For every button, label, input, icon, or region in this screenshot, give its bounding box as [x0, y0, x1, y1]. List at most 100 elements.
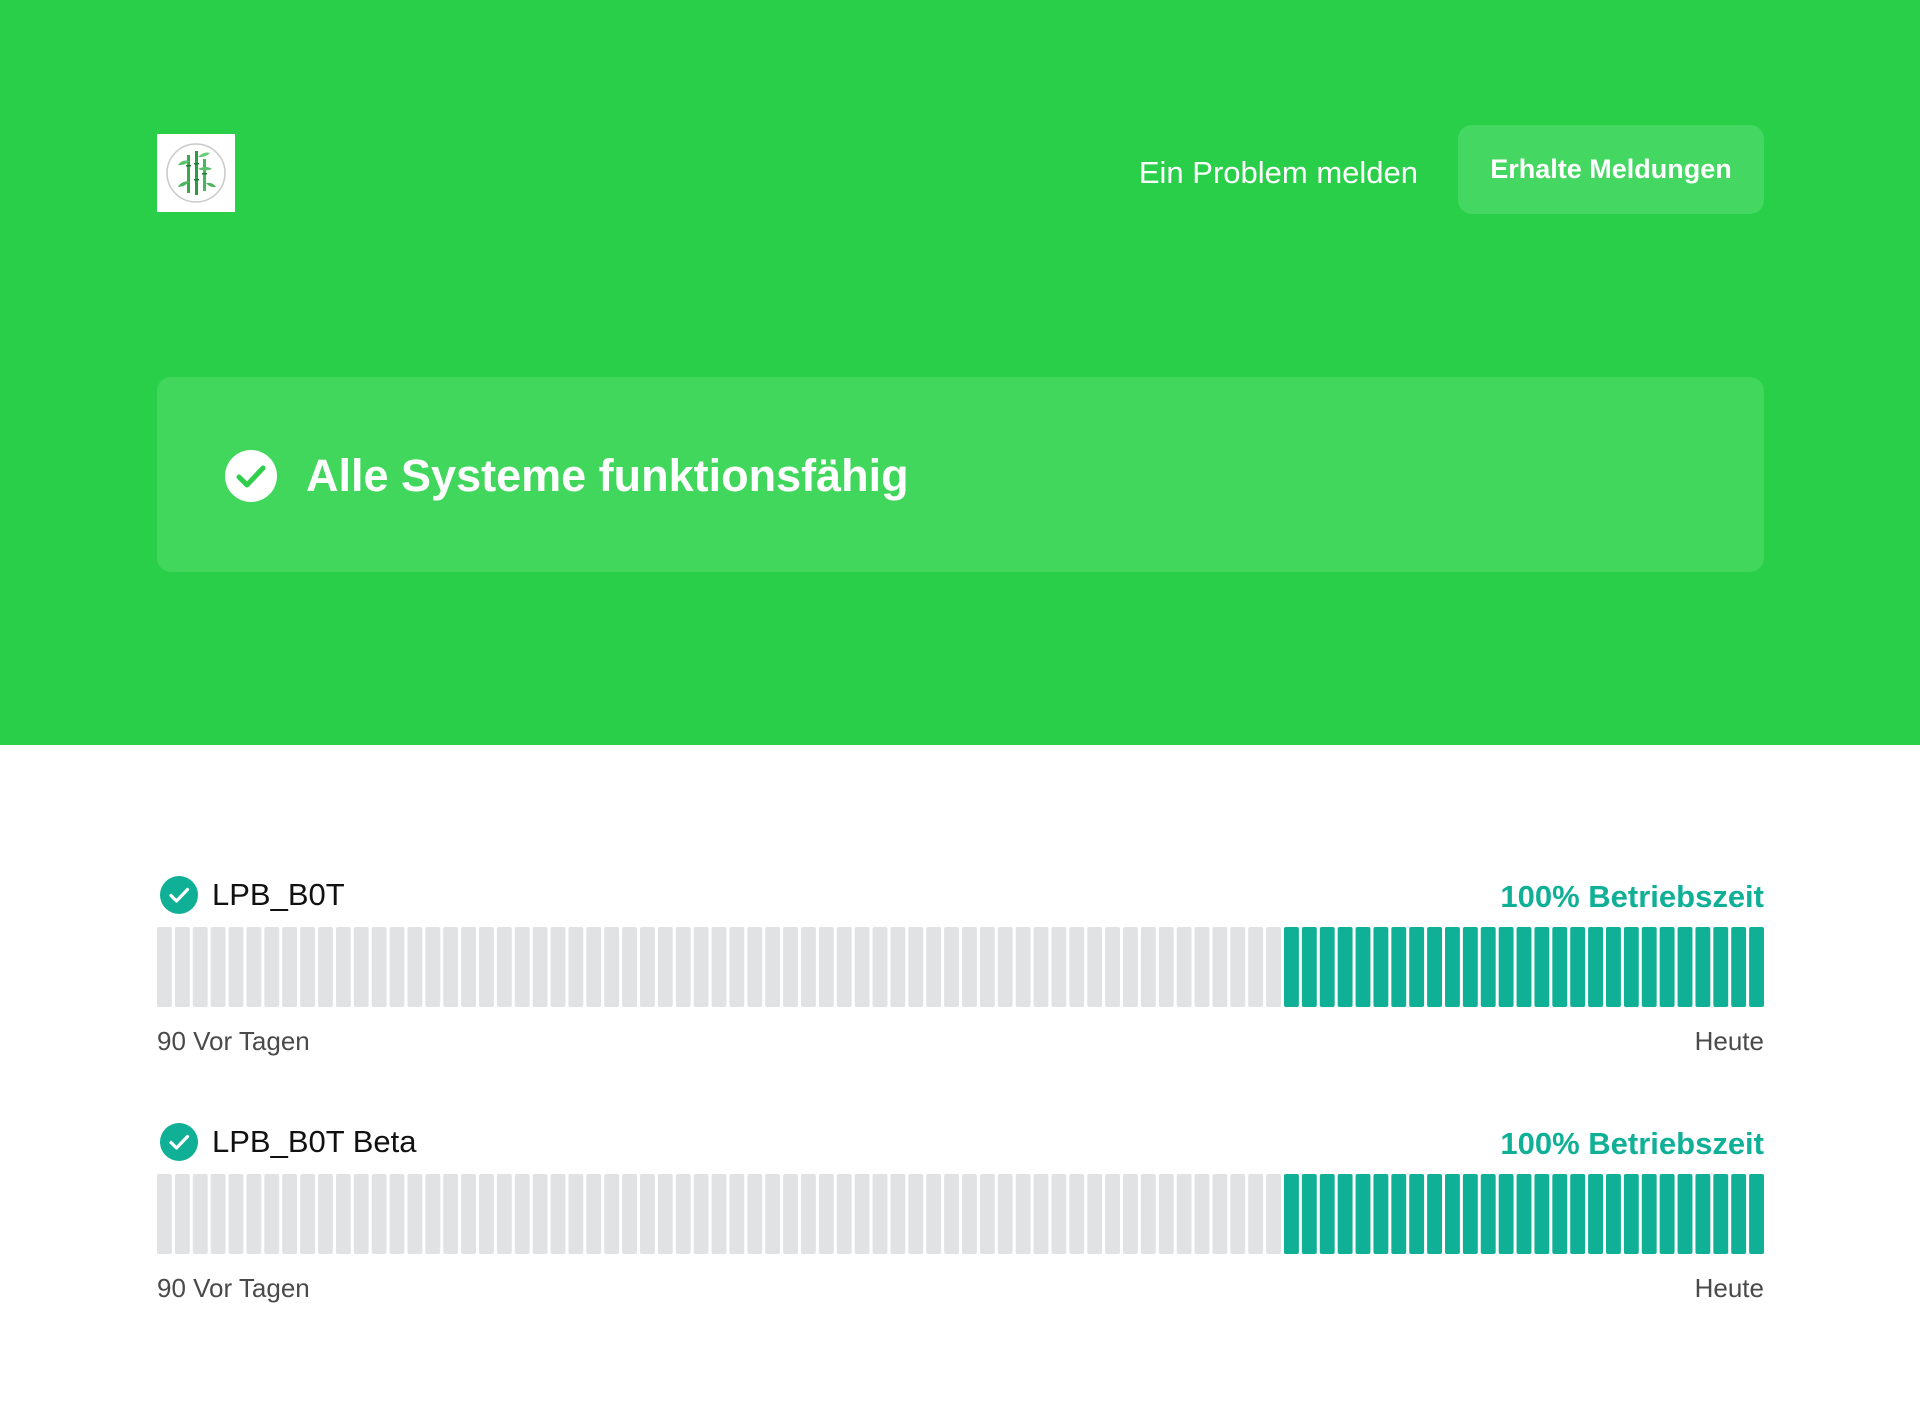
day-bar-no-data[interactable] [604, 927, 620, 1007]
day-bar-operational[interactable] [1749, 927, 1764, 1007]
day-bar-no-data[interactable] [157, 927, 172, 1007]
day-bar-no-data[interactable] [908, 927, 924, 1007]
day-bar-operational[interactable] [1731, 927, 1747, 1007]
day-bar-no-data[interactable] [926, 1174, 942, 1254]
day-bar-operational[interactable] [1337, 1174, 1353, 1254]
day-bar-no-data[interactable] [1123, 1174, 1138, 1254]
day-bar-no-data[interactable] [711, 927, 727, 1007]
day-bar-no-data[interactable] [1015, 927, 1031, 1007]
day-bar-no-data[interactable] [693, 1174, 709, 1254]
day-bar-no-data[interactable] [1266, 927, 1281, 1007]
day-bar-no-data[interactable] [765, 927, 781, 1007]
day-bar-no-data[interactable] [622, 1174, 637, 1254]
day-bar-operational[interactable] [1337, 927, 1353, 1007]
day-bar-operational[interactable] [1516, 1174, 1532, 1254]
day-bar-operational[interactable] [1731, 1174, 1747, 1254]
day-bar-no-data[interactable] [1087, 1174, 1103, 1254]
day-bar-operational[interactable] [1713, 927, 1729, 1007]
day-bar-no-data[interactable] [675, 927, 691, 1007]
day-bar-no-data[interactable] [335, 1174, 351, 1254]
day-bar-no-data[interactable] [1230, 927, 1246, 1007]
day-bar-no-data[interactable] [801, 1174, 816, 1254]
day-bar-no-data[interactable] [872, 1174, 888, 1254]
day-bar-no-data[interactable] [461, 1174, 476, 1254]
day-bar-no-data[interactable] [890, 927, 906, 1007]
day-bar-operational[interactable] [1695, 1174, 1711, 1254]
day-bar-no-data[interactable] [604, 1174, 620, 1254]
day-bar-no-data[interactable] [174, 927, 190, 1007]
day-bar-operational[interactable] [1355, 927, 1371, 1007]
day-bar-no-data[interactable] [1069, 927, 1085, 1007]
day-bar-operational[interactable] [1284, 927, 1299, 1007]
day-bar-no-data[interactable] [479, 1174, 494, 1254]
day-bar-operational[interactable] [1445, 927, 1460, 1007]
day-bar-no-data[interactable] [836, 927, 852, 1007]
day-bar-operational[interactable] [1445, 1174, 1460, 1254]
day-bar-operational[interactable] [1355, 1174, 1371, 1254]
day-bar-operational[interactable] [1641, 1174, 1657, 1254]
day-bar-no-data[interactable] [192, 927, 208, 1007]
day-bar-operational[interactable] [1391, 1174, 1407, 1254]
day-bar-operational[interactable] [1695, 927, 1711, 1007]
day-bar-no-data[interactable] [264, 1174, 280, 1254]
day-bar-no-data[interactable] [496, 927, 512, 1007]
day-bar-no-data[interactable] [765, 1174, 781, 1254]
day-bar-no-data[interactable] [1194, 927, 1210, 1007]
day-bar-operational[interactable] [1301, 927, 1317, 1007]
day-bar-no-data[interactable] [1033, 927, 1049, 1007]
day-bar-operational[interactable] [1427, 1174, 1442, 1254]
day-bar-no-data[interactable] [890, 1174, 906, 1254]
day-bar-operational[interactable] [1659, 927, 1675, 1007]
day-bar-operational[interactable] [1623, 1174, 1639, 1254]
day-bar-no-data[interactable] [389, 1174, 405, 1254]
day-bar-operational[interactable] [1677, 927, 1693, 1007]
day-bar-operational[interactable] [1659, 1174, 1675, 1254]
day-bar-no-data[interactable] [568, 927, 584, 1007]
day-bar-no-data[interactable] [962, 927, 977, 1007]
day-bar-operational[interactable] [1588, 927, 1603, 1007]
day-bar-no-data[interactable] [836, 1174, 852, 1254]
day-bar-operational[interactable] [1606, 1174, 1621, 1254]
day-bar-operational[interactable] [1319, 1174, 1335, 1254]
day-bar-no-data[interactable] [1140, 1174, 1156, 1254]
day-bar-no-data[interactable] [550, 927, 566, 1007]
day-bar-no-data[interactable] [586, 927, 602, 1007]
day-bar-no-data[interactable] [407, 1174, 423, 1254]
day-bar-no-data[interactable] [1176, 927, 1192, 1007]
day-bar-no-data[interactable] [783, 927, 798, 1007]
day-bar-operational[interactable] [1319, 927, 1335, 1007]
day-bar-no-data[interactable] [174, 1174, 190, 1254]
day-bar-no-data[interactable] [1194, 1174, 1210, 1254]
report-problem-link[interactable]: Ein Problem melden [1139, 152, 1418, 194]
day-bar-no-data[interactable] [818, 1174, 834, 1254]
day-bar-no-data[interactable] [926, 927, 942, 1007]
day-bar-no-data[interactable] [1069, 1174, 1085, 1254]
day-bar-operational[interactable] [1409, 1174, 1425, 1254]
day-bar-no-data[interactable] [1051, 927, 1067, 1007]
day-bar-no-data[interactable] [282, 927, 298, 1007]
day-bar-no-data[interactable] [657, 1174, 673, 1254]
day-bar-no-data[interactable] [944, 927, 959, 1007]
day-bar-operational[interactable] [1552, 1174, 1568, 1254]
day-bar-no-data[interactable] [640, 927, 655, 1007]
day-bar-no-data[interactable] [318, 1174, 333, 1254]
day-bar-operational[interactable] [1301, 1174, 1317, 1254]
day-bar-operational[interactable] [1391, 927, 1407, 1007]
day-bar-no-data[interactable] [246, 927, 262, 1007]
subscribe-button[interactable]: Erhalte Meldungen [1458, 125, 1764, 214]
day-bar-no-data[interactable] [962, 1174, 977, 1254]
day-bar-no-data[interactable] [783, 1174, 798, 1254]
day-bar-operational[interactable] [1749, 1174, 1764, 1254]
day-bar-no-data[interactable] [854, 1174, 870, 1254]
day-bar-no-data[interactable] [711, 1174, 727, 1254]
day-bar-no-data[interactable] [192, 1174, 208, 1254]
day-bar-no-data[interactable] [944, 1174, 959, 1254]
day-bar-no-data[interactable] [335, 927, 351, 1007]
day-bar-operational[interactable] [1480, 927, 1496, 1007]
day-bar-no-data[interactable] [979, 1174, 995, 1254]
day-bar-no-data[interactable] [1033, 1174, 1049, 1254]
day-bar-no-data[interactable] [514, 927, 530, 1007]
day-bar-operational[interactable] [1427, 927, 1442, 1007]
day-bar-operational[interactable] [1498, 1174, 1514, 1254]
day-bar-no-data[interactable] [425, 1174, 441, 1254]
